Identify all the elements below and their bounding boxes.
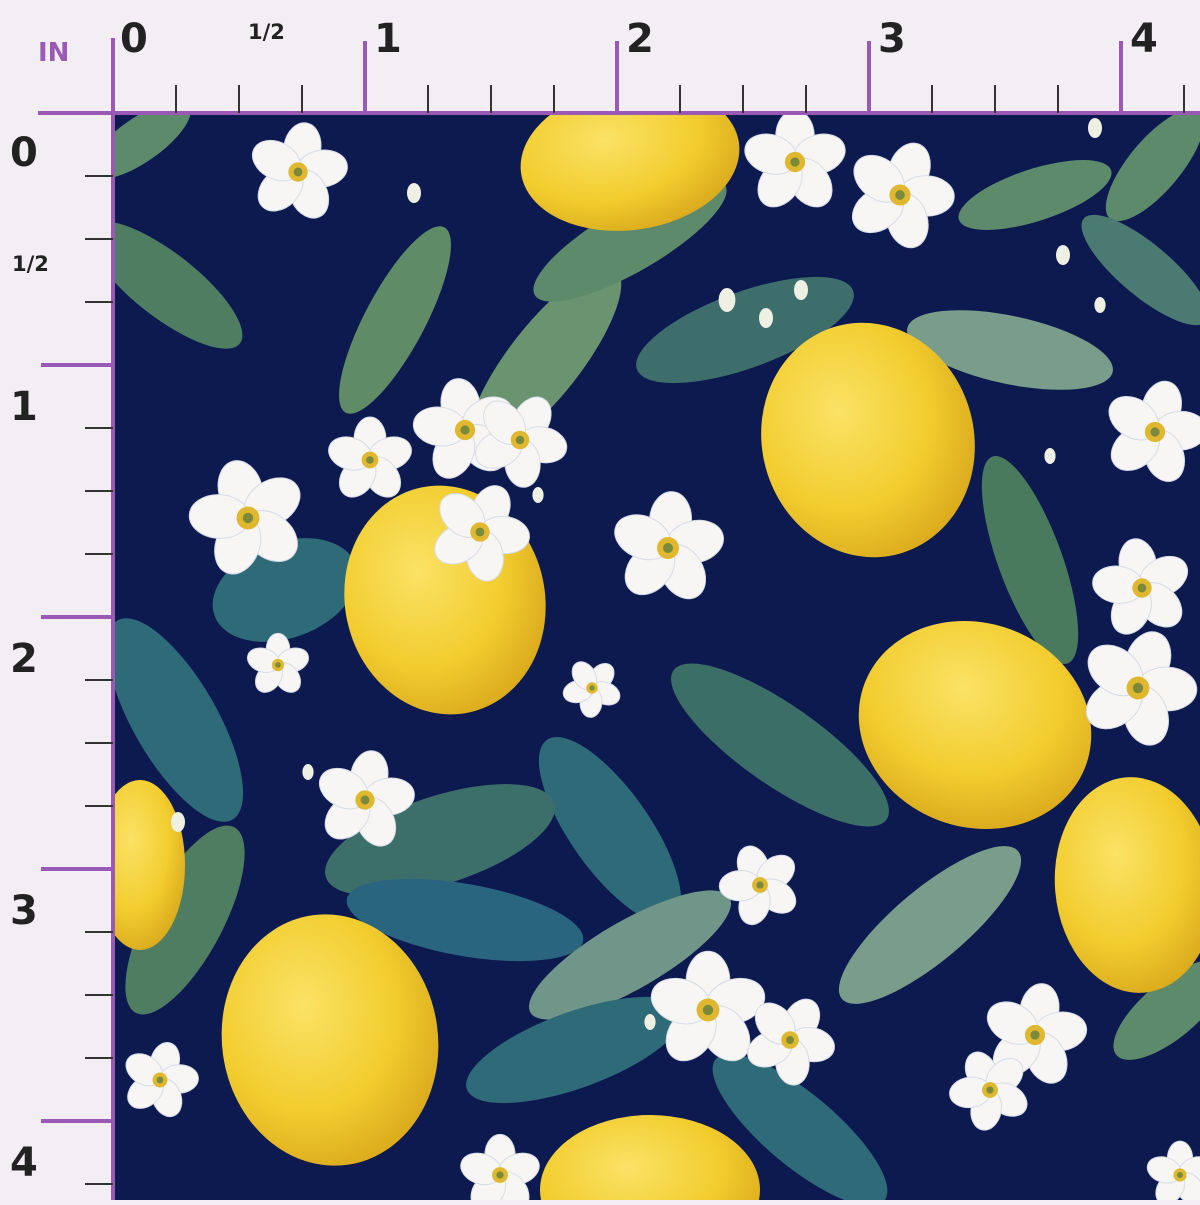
blossom-bud — [532, 487, 544, 503]
ruler-unit-label: IN — [38, 38, 70, 68]
top-label-3: 3 — [878, 16, 906, 62]
left-label-3: 3 — [10, 888, 38, 934]
blossom-bud — [1088, 118, 1102, 138]
top-label-4: 4 — [1130, 16, 1158, 62]
blossom-bud — [718, 288, 736, 312]
blossom-bud — [1094, 297, 1106, 313]
left-label-1: 1 — [10, 384, 38, 430]
top-label-2: 2 — [626, 16, 654, 62]
blossom-bud — [759, 308, 773, 328]
left-label-0: 0 — [10, 130, 38, 176]
blossom-bud — [302, 764, 314, 780]
blossom-bud — [794, 280, 808, 300]
blossom-bud — [1056, 245, 1070, 265]
left-label-half: 1/2 — [12, 252, 49, 276]
blossom-bud — [407, 183, 421, 203]
fabric-print-preview: IN 0 1/2 1 2 3 4 0 1/2 1 2 3 4 — [0, 0, 1200, 1200]
ruler-top-band — [0, 0, 1200, 114]
blossom-bud — [171, 812, 185, 832]
top-label-0: 0 — [120, 16, 148, 62]
top-label-half: 1/2 — [248, 20, 285, 44]
left-label-4: 4 — [10, 1140, 38, 1186]
ruler-left-band — [0, 0, 114, 1200]
top-label-1: 1 — [374, 16, 402, 62]
left-label-2: 2 — [10, 636, 38, 682]
fabric-swatch — [0, 0, 1200, 1200]
blossom-bud — [644, 1014, 656, 1030]
blossom-bud — [1044, 448, 1056, 464]
